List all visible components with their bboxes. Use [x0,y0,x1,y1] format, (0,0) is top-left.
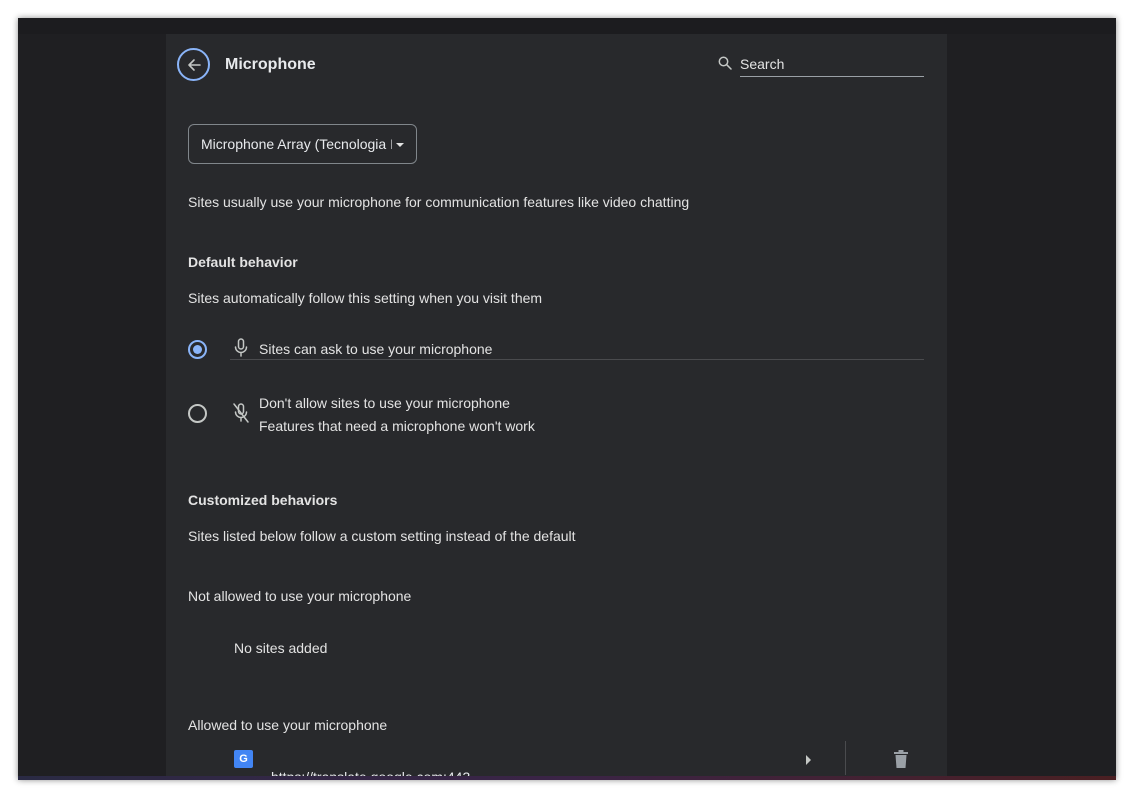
device-select-value: Microphone Array (Tecnologia In [201,136,392,152]
option-dont-allow-label[interactable]: Don't allow sites to use your microphone [259,395,510,411]
browser-window: Microphone Microphone Array (Tecnologia … [18,18,1116,780]
option-divider [230,359,924,360]
microphone-device-select[interactable]: Microphone Array (Tecnologia In [188,124,417,164]
allowed-heading: Allowed to use your microphone [188,717,388,733]
search-input[interactable] [740,54,924,77]
window-top-strip [18,18,1116,34]
microphone-settings-panel: Microphone Microphone Array (Tecnologia … [166,34,947,780]
radio-ask-to-use[interactable] [188,340,207,359]
search-icon [718,56,732,70]
trash-icon[interactable] [893,750,909,768]
default-behavior-subtitle: Sites automatically follow this setting … [188,290,543,306]
chevron-right-icon[interactable] [806,755,811,765]
customized-behaviors-heading: Customized behaviors [188,492,338,508]
option-dont-allow-sublabel: Features that need a microphone won't wo… [259,418,535,434]
not-allowed-heading: Not allowed to use your microphone [188,588,412,604]
microphone-icon [234,338,248,357]
page-title: Microphone [225,56,316,73]
no-sites-added: No sites added [234,640,328,656]
microphone-off-icon [233,403,249,423]
microphone-description: Sites usually use your microphone for co… [188,194,690,210]
google-translate-icon: G [234,750,253,768]
row-divider [845,741,846,775]
customized-behaviors-subtitle: Sites listed below follow a custom setti… [188,528,576,544]
chevron-down-icon [396,143,404,147]
arrow-left-icon [187,58,201,71]
option-ask-label[interactable]: Sites can ask to use your microphone [259,341,492,357]
radio-dont-allow[interactable] [188,404,207,423]
default-behavior-heading: Default behavior [188,254,298,270]
window-bottom-strip [18,776,1116,780]
back-button[interactable] [177,48,210,81]
